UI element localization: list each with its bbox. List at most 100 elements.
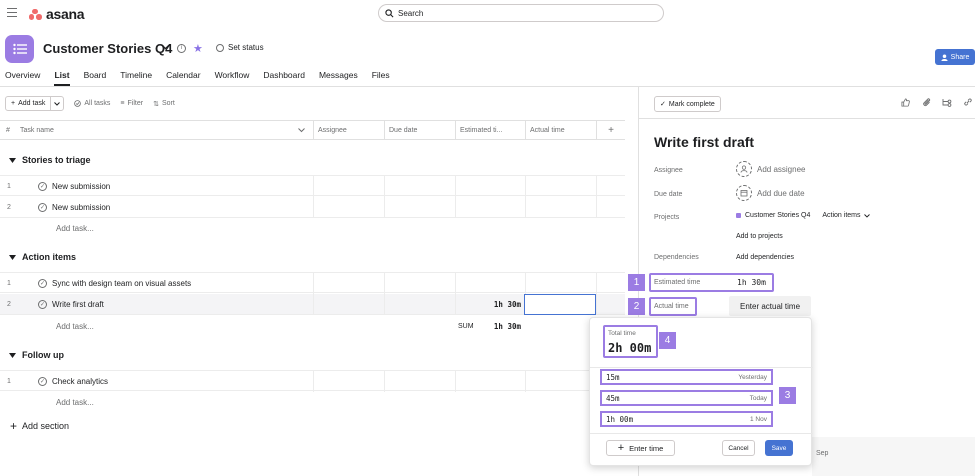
actual-time-cell[interactable] [525,273,596,294]
due-date-cell[interactable] [384,371,455,392]
tab-files[interactable]: Files [372,70,390,86]
tab-messages[interactable]: Messages [319,70,358,86]
check-circle-icon[interactable]: ✓ [38,182,47,191]
due-date-cell[interactable] [384,176,455,197]
add-task-main[interactable]: + Add task [6,97,52,110]
due-date-cell[interactable] [384,197,455,218]
due-date-field[interactable]: Add due date [736,185,805,201]
estimated-time-cell[interactable] [455,273,525,294]
add-task-link[interactable]: Add task... [56,316,94,337]
estimated-time-cell[interactable]: 1h 30m [455,294,525,315]
header-number: # [6,127,10,134]
mark-complete-button[interactable]: ✓ Mark complete [654,96,721,112]
caret-down-icon[interactable] [9,157,16,163]
header-estimated-time[interactable]: Estimated ti... [455,121,525,140]
header-task-name[interactable]: Task name [16,121,313,140]
task-cell[interactable]: ✓ Write first draft [38,294,104,315]
assignee-field[interactable]: Add assignee [736,161,805,177]
add-task-link[interactable]: Add task... [56,218,94,239]
info-icon[interactable]: i [177,44,186,53]
header-actual-time[interactable]: Actual time [525,121,596,140]
assignee-cell[interactable] [313,197,384,218]
empty-cell [596,294,625,315]
empty-cell [596,197,625,218]
task-cell[interactable]: ✓ New submission [38,176,110,197]
due-date-cell[interactable] [384,294,455,315]
table-row[interactable]: 1 ✓ Sync with design team on visual asset… [0,272,625,294]
tab-list[interactable]: List [54,70,70,86]
add-section-button[interactable]: + Add section [10,419,69,433]
table-row[interactable]: 1 ✓ Check analytics [0,370,625,392]
time-entry-row[interactable]: 1h 00m 1 Nov [600,411,773,427]
estimated-time-cell[interactable] [455,176,525,197]
section-header[interactable]: Follow up [0,345,64,365]
thumbs-up-icon[interactable] [900,97,910,107]
star-icon[interactable]: ★ [193,42,203,55]
caret-down-icon[interactable] [9,254,16,260]
assignee-cell[interactable] [313,176,384,197]
check-circle-icon[interactable]: ✓ [38,300,47,309]
estimated-time-cell[interactable] [455,371,525,392]
add-dependencies-link[interactable]: Add dependencies [736,254,794,261]
project-chip[interactable]: Customer Stories Q4 [736,212,810,219]
time-entry-row[interactable]: 15m Yesterday [600,369,773,385]
set-status-button[interactable]: Set status [216,43,264,52]
sort-button[interactable]: ⇅ Sort [153,100,175,108]
task-cell[interactable]: ✓ Sync with design team on visual assets [38,273,191,294]
search-bar[interactable]: Search [378,4,664,22]
table-row[interactable]: 1 ✓ New submission [0,175,625,197]
enter-time-button[interactable]: + Enter time [606,440,675,456]
project-list-icon[interactable] [5,35,34,63]
table-row-selected[interactable]: 2 ✓ Write first draft 1h 30m [0,294,625,315]
subtask-icon[interactable] [942,97,952,107]
share-button[interactable]: Share [935,49,975,65]
asana-logo[interactable]: asana [28,6,85,22]
actual-time-cell-focused[interactable] [524,294,596,315]
check-circle-icon[interactable]: ✓ [38,377,47,386]
hamburger-menu-icon[interactable] [7,8,17,17]
header-due-date[interactable]: Due date [384,121,455,140]
actual-time-cell[interactable] [525,176,596,197]
tab-workflow[interactable]: Workflow [215,70,250,86]
task-title[interactable]: Write first draft [654,134,754,150]
add-task-link[interactable]: Add task... [56,392,94,413]
share-label: Share [950,53,970,61]
add-column-button[interactable]: + [596,121,625,140]
check-circle-icon[interactable]: ✓ [38,279,47,288]
section-header[interactable]: Stories to triage [0,150,91,170]
tab-board[interactable]: Board [84,70,107,86]
add-section-label: Add section [22,421,70,431]
time-entry-row[interactable]: 45m Today [600,390,773,406]
tab-dashboard[interactable]: Dashboard [263,70,305,86]
filter-button[interactable]: ≡ Filter [120,100,143,107]
link-icon[interactable] [963,97,973,107]
estimated-time-field[interactable]: Estimated time 1h 30m [649,273,774,292]
check-circle-icon[interactable]: ✓ [38,203,47,212]
table-row[interactable]: 2 ✓ New submission [0,197,625,218]
add-to-projects-link[interactable]: Add to projects [736,233,783,240]
assignee-cell[interactable] [313,294,384,315]
tab-overview[interactable]: Overview [5,70,40,86]
all-tasks-filter[interactable]: All tasks [74,100,110,107]
actual-time-cell[interactable] [525,197,596,218]
task-cell[interactable]: ✓ New submission [38,197,110,218]
enter-actual-time-button[interactable]: Enter actual time [729,296,811,316]
section-dropdown[interactable]: Action items [822,212,871,219]
caret-down-icon[interactable] [9,352,16,358]
section-header[interactable]: Action items [0,247,76,267]
due-date-cell[interactable] [384,273,455,294]
assignee-cell[interactable] [313,371,384,392]
header-assignee[interactable]: Assignee [313,121,384,140]
add-task-button[interactable]: + Add task [5,96,65,111]
cancel-button[interactable]: Cancel [722,440,755,456]
task-cell[interactable]: ✓ Check analytics [38,371,108,392]
save-button[interactable]: Save [765,440,793,456]
assignee-cell[interactable] [313,273,384,294]
attachment-icon[interactable] [921,97,931,107]
tab-timeline[interactable]: Timeline [120,70,152,86]
actual-time-cell[interactable] [525,371,596,392]
add-task-dropdown[interactable] [51,97,63,110]
tab-calendar[interactable]: Calendar [166,70,201,86]
estimated-time-cell[interactable] [455,197,525,218]
chevron-down-icon[interactable] [161,44,170,50]
